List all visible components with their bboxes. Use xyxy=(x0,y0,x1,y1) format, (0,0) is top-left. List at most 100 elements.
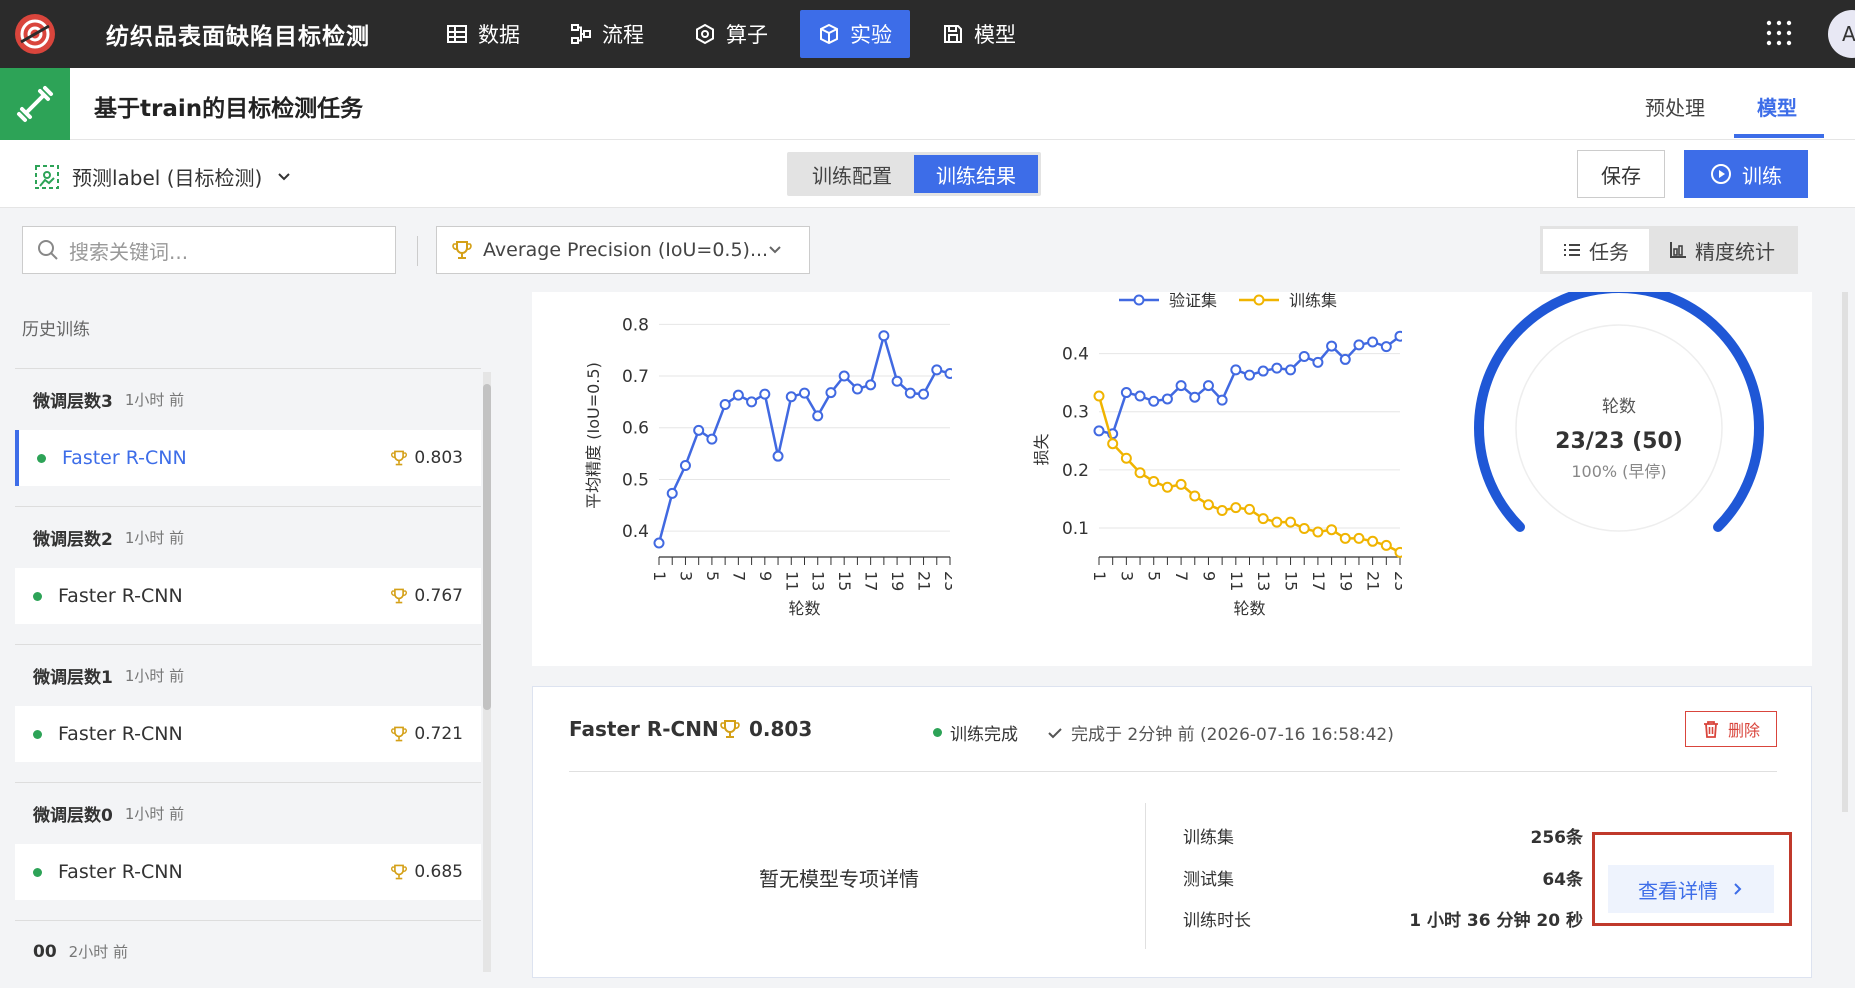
data-point xyxy=(1298,523,1310,535)
view-task[interactable]: 任务 xyxy=(1543,229,1649,271)
data-point xyxy=(1326,524,1338,536)
history-group-header[interactable]: 微调层数1 1小时 前 xyxy=(15,644,481,706)
app-logo[interactable] xyxy=(0,0,70,68)
gauge-subtext: 100% (早停) xyxy=(1571,462,1666,481)
data-point xyxy=(918,388,930,400)
train-button[interactable]: 训练 xyxy=(1684,150,1808,198)
y-tick-label: 0.7 xyxy=(622,367,649,387)
x-tick-label: 11 xyxy=(1227,571,1246,591)
stat-duration-label: 训练时长 xyxy=(1183,911,1251,931)
x-tick-label: 3 xyxy=(676,571,695,581)
run-score: 0.803 xyxy=(390,448,463,468)
tab-model[interactable]: 模型 xyxy=(1757,92,1797,121)
group-time: 1小时 前 xyxy=(124,805,185,823)
apps-grid-icon[interactable] xyxy=(1764,18,1794,48)
stat-train-label: 训练集 xyxy=(1183,828,1234,848)
group-name: 微调层数0 xyxy=(33,806,113,826)
trophy-icon xyxy=(391,864,408,880)
data-point xyxy=(851,383,863,395)
nav-flow[interactable]: 流程 xyxy=(552,10,662,58)
data-point xyxy=(1367,336,1379,348)
data-point xyxy=(878,330,890,342)
nav-experiment-label: 实验 xyxy=(850,23,892,47)
run-name: Faster R-CNN xyxy=(58,723,183,745)
stat-test-label: 测试集 xyxy=(1183,870,1234,890)
gauge-label: 轮数 xyxy=(1602,397,1636,417)
history-group: 微调层数3 1小时 前 Faster R-CNN 0.803 xyxy=(15,368,481,486)
y-tick-label: 0.4 xyxy=(622,522,649,542)
segment-train-result[interactable]: 训练结果 xyxy=(914,155,1038,193)
view-accuracy-stats[interactable]: 精度统计 xyxy=(1649,229,1795,271)
save-button[interactable]: 保存 xyxy=(1577,150,1665,198)
data-point xyxy=(1271,516,1283,528)
data-point xyxy=(1339,532,1351,544)
sidebar-scrollbar-thumb[interactable] xyxy=(483,384,491,710)
data-point xyxy=(1285,364,1297,376)
delete-button[interactable]: 删除 xyxy=(1685,711,1777,747)
page-scrollbar[interactable] xyxy=(1842,292,1848,812)
metric-select[interactable]: Average Precision (IoU=0.5)... xyxy=(436,226,810,274)
data-point xyxy=(931,364,943,376)
nav-operator[interactable]: 算子 xyxy=(676,10,786,58)
legend-label[interactable]: 验证集 xyxy=(1169,292,1217,310)
status-dot xyxy=(33,729,42,739)
top-bar: 纺织品表面缺陷目标检测 数据 流程 算子 实验 模型 A xyxy=(0,0,1855,68)
legend-marker xyxy=(1133,294,1145,306)
run-name: Faster R-CNN xyxy=(58,585,183,607)
nav-data[interactable]: 数据 xyxy=(428,10,538,58)
label-target-icon xyxy=(35,164,59,189)
data-point xyxy=(693,424,705,436)
tab-preprocess[interactable]: 预处理 xyxy=(1645,92,1705,121)
detail-score-value: 0.803 xyxy=(749,717,813,741)
x-tick-label: 1 xyxy=(1090,571,1109,581)
group-time: 1小时 前 xyxy=(124,391,185,409)
group-name: 微调层数1 xyxy=(33,668,113,688)
data-point xyxy=(1353,532,1365,544)
save-icon xyxy=(944,25,962,43)
history-group-header[interactable]: 00 2小时 前 xyxy=(15,920,481,982)
y-axis-title: 平均精度 (IoU=0.5) xyxy=(584,362,603,509)
stat-duration-value: 1 小时 36 分钟 20 秒 xyxy=(1409,911,1583,931)
data-point xyxy=(1285,516,1297,528)
data-point xyxy=(825,387,837,399)
data-point xyxy=(1134,467,1146,479)
history-group-header[interactable]: 微调层数3 1小时 前 xyxy=(15,368,481,430)
x-tick-label: 7 xyxy=(1172,571,1191,581)
segment-train-config[interactable]: 训练配置 xyxy=(790,155,914,193)
status-dot xyxy=(33,591,42,601)
search-input[interactable]: 搜索关键词... xyxy=(22,226,396,274)
y-tick-label: 0.5 xyxy=(622,470,649,490)
history-run-item[interactable]: Faster R-CNN 0.685 xyxy=(15,844,481,900)
nav-model[interactable]: 模型 xyxy=(924,10,1034,58)
data-point xyxy=(1394,546,1402,558)
data-point xyxy=(706,433,718,445)
run-score: 0.685 xyxy=(390,862,463,882)
history-group-header[interactable]: 微调层数0 1小时 前 xyxy=(15,782,481,844)
history-run-item[interactable]: Faster R-CNN 0.803 xyxy=(15,430,481,486)
run-score-value: 0.767 xyxy=(414,586,463,606)
task-header: 基于train的目标检测任务 预处理 模型 xyxy=(0,68,1855,140)
data-point xyxy=(1271,362,1283,374)
data-point xyxy=(1380,539,1392,551)
nav-experiment[interactable]: 实验 xyxy=(800,10,910,58)
y-tick-label: 0.3 xyxy=(1062,403,1089,423)
history-run-item[interactable]: Faster R-CNN 0.721 xyxy=(15,706,481,762)
data-point xyxy=(1394,330,1402,342)
delete-button-label: 删除 xyxy=(1727,721,1760,740)
list-icon xyxy=(1564,244,1580,256)
legend-label[interactable]: 训练集 xyxy=(1289,292,1337,310)
app-title: 纺织品表面缺陷目标检测 xyxy=(106,24,370,50)
avatar[interactable]: A xyxy=(1828,10,1855,58)
data-point xyxy=(1244,369,1255,381)
x-tick-label: 11 xyxy=(782,571,801,591)
x-tick-label: 13 xyxy=(1254,571,1273,591)
data-point xyxy=(719,398,731,410)
data-point xyxy=(1257,513,1269,525)
data-point xyxy=(759,388,771,400)
trophy-icon xyxy=(391,450,408,466)
x-tick-label: 19 xyxy=(1336,571,1355,591)
label-select[interactable]: 预测label (目标检测) xyxy=(34,162,304,191)
history-run-item[interactable]: Faster R-CNN 0.767 xyxy=(15,568,481,624)
status-dot xyxy=(933,728,942,737)
history-group-header[interactable]: 微调层数2 1小时 前 xyxy=(15,506,481,568)
